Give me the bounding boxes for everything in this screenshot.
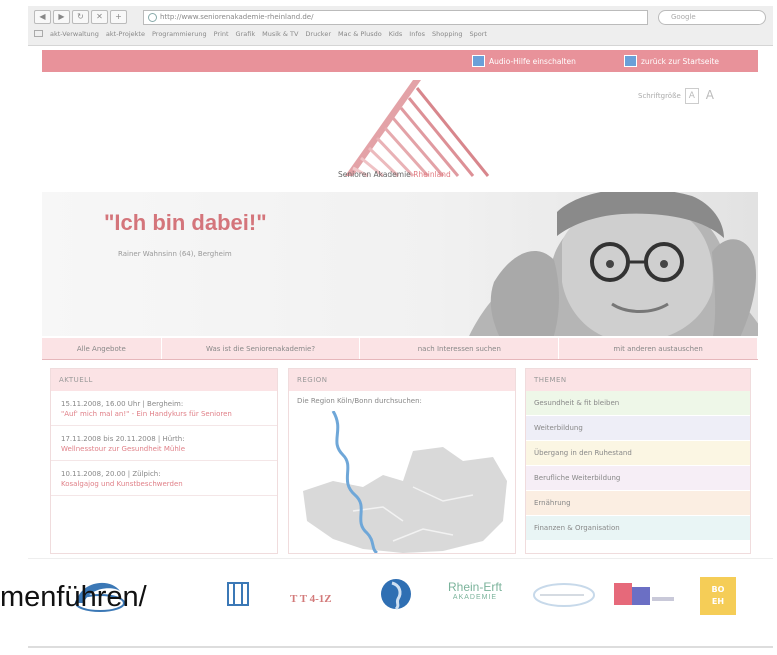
- speaker-icon: [472, 55, 485, 67]
- hero-subline: Rainer Wahnsinn (64), Bergheim: [118, 250, 232, 258]
- bookmark-item[interactable]: akt-Projekte: [106, 30, 145, 38]
- audio-help-label: Audio-Hilfe einschalten: [489, 56, 576, 66]
- search-input[interactable]: Google: [658, 10, 766, 25]
- partner-logo-yellow[interactable]: BO EH: [700, 577, 736, 615]
- bookmark-item[interactable]: Print: [214, 30, 229, 38]
- home-link[interactable]: zurück zur Startseite: [624, 54, 719, 68]
- theme-item[interactable]: Finanzen & Organisation: [526, 516, 750, 541]
- theme-item[interactable]: Übergang in den Ruhestand: [526, 441, 750, 466]
- overlay-caption: menführen/: [0, 581, 147, 613]
- bookmark-item[interactable]: Grafik: [236, 30, 256, 38]
- stop-button[interactable]: ✕: [91, 10, 108, 24]
- home-icon: [624, 55, 637, 67]
- themes-panel: THEMEN Gesundheit & fit bleiben Weiterbi…: [525, 368, 751, 554]
- hero-quote: "Ich bin dabei!": [104, 210, 267, 235]
- font-large-button[interactable]: A: [703, 88, 717, 104]
- region-title: REGION: [289, 369, 515, 391]
- bookmark-item[interactable]: Sport: [470, 30, 487, 38]
- audio-help-link[interactable]: Audio-Hilfe einschalten: [472, 54, 576, 68]
- bookmarks-bar: akt-Verwaltung akt-Projekte Programmieru…: [34, 30, 487, 38]
- yellow-logo-line1: BO: [711, 585, 725, 594]
- bookmark-item[interactable]: Infos: [409, 30, 425, 38]
- rhein-erft-sub: AKADEMIE: [452, 594, 498, 601]
- region-panel: REGION Die Region Köln/Bonn durchsuchen:: [288, 368, 516, 554]
- bookmark-item[interactable]: Drucker: [305, 30, 331, 38]
- partner-logo-head[interactable]: [378, 573, 414, 615]
- news-date: 10.11.2008, 20.00 | Zülpich:: [61, 470, 161, 478]
- page-bottom-divider: [28, 646, 773, 648]
- theme-item[interactable]: Weiterbildung: [526, 416, 750, 441]
- bookmark-item[interactable]: Shopping: [432, 30, 463, 38]
- rhein-erft-name: Rhein-Erft: [448, 580, 503, 594]
- news-item[interactable]: 15.11.2008, 16.00 Uhr | Bergheim: "Auf' …: [51, 391, 277, 426]
- web-page: Audio-Hilfe einschalten zurück zur Start…: [28, 46, 773, 646]
- font-small-button[interactable]: A: [684, 88, 699, 104]
- senior-portrait-image: [469, 192, 758, 336]
- url-text: http://www.seniorenakademie-rheinland.de…: [160, 13, 314, 21]
- bookmark-item[interactable]: Mac & Plusdo: [338, 30, 382, 38]
- brand-main: Senioren Akademie: [338, 170, 411, 179]
- hero-banner: "Ich bin dabei!" Rainer Wahnsinn (64), B…: [42, 192, 758, 336]
- brand-name: Senioren Akademie Rheinland: [338, 170, 451, 179]
- partner-logo-oval[interactable]: [528, 573, 598, 615]
- url-input[interactable]: http://www.seniorenakademie-rheinland.de…: [143, 10, 648, 25]
- news-link[interactable]: Kosalgajog und Kunstbeschwerden: [61, 479, 267, 489]
- news-item[interactable]: 10.11.2008, 20.00 | Zülpich: Kosalgajog …: [51, 461, 277, 496]
- font-size-label: Schriftgröße: [638, 92, 681, 100]
- browser-toolbar: ◀ ▶ ↻ ✕ + http://www.seniorenakademie-rh…: [28, 6, 773, 46]
- bookmarks-icon[interactable]: [34, 30, 43, 37]
- tab-all-offers[interactable]: Alle Angebote: [42, 338, 162, 359]
- bookmark-item[interactable]: Kids: [389, 30, 403, 38]
- top-service-bar: Audio-Hilfe einschalten zurück zur Start…: [42, 50, 758, 72]
- partner-logo-building[interactable]: [224, 573, 252, 615]
- news-date: 17.11.2008 bis 20.11.2008 | Hürth:: [61, 435, 185, 443]
- globe-icon: [148, 13, 157, 22]
- tab-search-interests[interactable]: nach Interessen suchen: [360, 338, 560, 359]
- region-map[interactable]: [293, 411, 513, 553]
- back-button[interactable]: ◀: [34, 10, 51, 24]
- bookmark-item[interactable]: akt-Verwaltung: [50, 30, 99, 38]
- reload-button[interactable]: ↻: [72, 10, 89, 24]
- news-link[interactable]: Wellnesstour zur Gesundheit Mühle: [61, 444, 267, 454]
- news-link[interactable]: "Auf' mich mal an!" - Ein Handykurs für …: [61, 409, 267, 419]
- search-placeholder: Google: [671, 13, 696, 21]
- home-link-label: zurück zur Startseite: [641, 56, 720, 66]
- font-size-control: Schriftgröße A A: [638, 88, 717, 104]
- news-title: AKTUELL: [51, 369, 277, 391]
- news-date: 15.11.2008, 16.00 Uhr | Bergheim:: [61, 400, 184, 408]
- theme-item[interactable]: Berufliche Weiterbildung: [526, 466, 750, 491]
- bookmark-item[interactable]: Programmierung: [152, 30, 207, 38]
- theme-item[interactable]: Gesundheit & fit bleiben: [526, 391, 750, 416]
- tab-about[interactable]: Was ist die Seniorenakademie?: [162, 338, 361, 359]
- yellow-logo-line2: EH: [711, 597, 725, 606]
- tab-exchange[interactable]: mit anderen austauschen: [559, 338, 759, 359]
- logo-stripes-icon: [345, 80, 490, 178]
- bookmark-item[interactable]: Musik & TV: [262, 30, 298, 38]
- region-search-text: Die Region Köln/Bonn durchsuchen:: [297, 397, 422, 405]
- brand-highlight: Rheinland: [413, 170, 451, 179]
- forward-button[interactable]: ▶: [53, 10, 70, 24]
- news-panel: AKTUELL 15.11.2008, 16.00 Uhr | Bergheim…: [50, 368, 278, 554]
- nav-buttons: ◀ ▶ ↻ ✕ +: [34, 10, 127, 24]
- add-bookmark-button[interactable]: +: [110, 10, 127, 24]
- partner-logo-blocks[interactable]: [610, 573, 680, 615]
- themes-title: THEMEN: [526, 369, 750, 391]
- partner-logo-text[interactable]: T T 4-1Z: [290, 593, 332, 635]
- main-navigation: Alle Angebote Was ist die Seniorenakadem…: [42, 338, 759, 360]
- news-item[interactable]: 17.11.2008 bis 20.11.2008 | Hürth: Welln…: [51, 426, 277, 461]
- theme-item[interactable]: Ernährung: [526, 491, 750, 516]
- partner-logo-rhein-erft[interactable]: Rhein-Erft AKADEMIE: [448, 581, 502, 623]
